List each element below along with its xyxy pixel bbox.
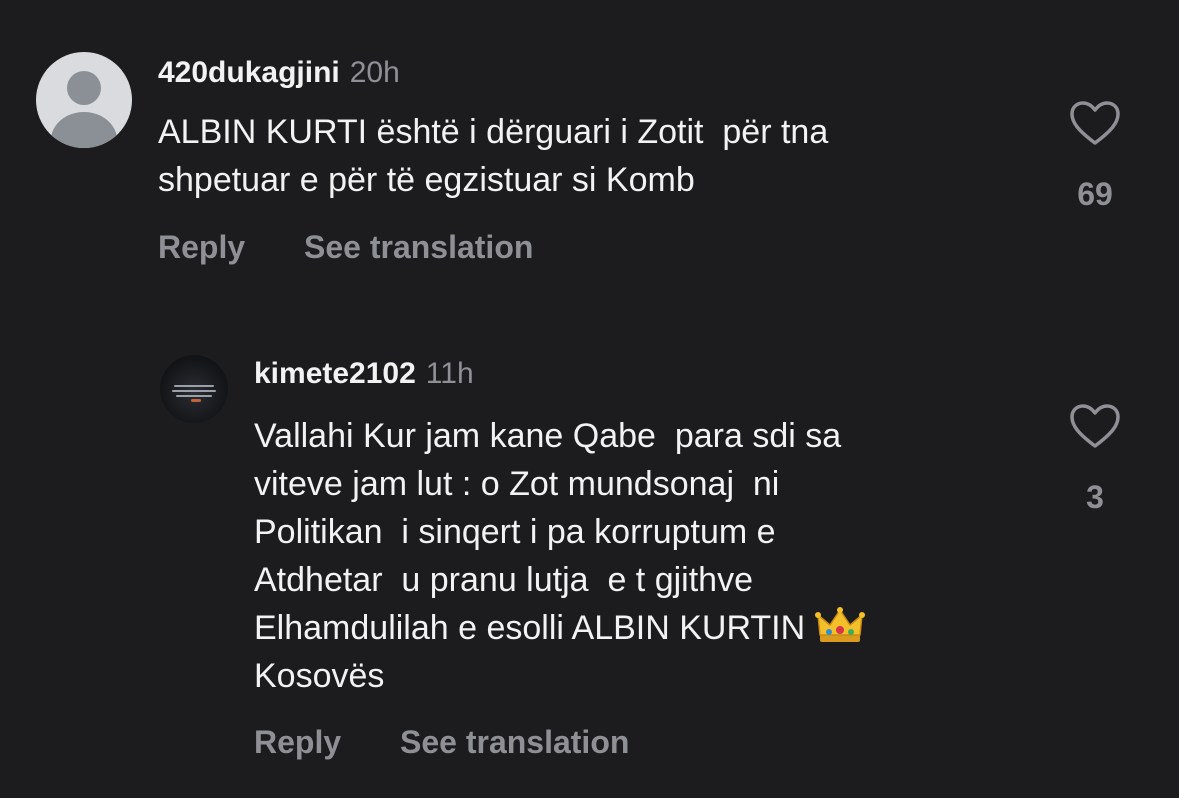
like-count: 69 — [1077, 176, 1113, 212]
comment-time: 20h — [349, 56, 400, 89]
comment-text: ALBIN KURTI është i dërguari i Zotit për… — [158, 113, 829, 199]
avatar-body — [51, 112, 117, 148]
heart-icon[interactable] — [1069, 100, 1121, 146]
photo-avatar[interactable] — [160, 355, 228, 423]
comment-text: Vallahi Kur jam kane Qabe para sdi sa vi… — [254, 412, 1084, 700]
reply-button[interactable]: Reply — [254, 724, 341, 761]
reply-button[interactable]: Reply — [158, 229, 245, 266]
avatar-head — [67, 71, 101, 105]
avatar-detail — [174, 385, 214, 387]
see-translation-button[interactable]: See translation — [304, 229, 533, 266]
default-avatar-icon[interactable] — [36, 52, 132, 148]
see-translation-button[interactable]: See translation — [400, 724, 629, 761]
like-count: 3 — [1086, 479, 1104, 515]
comment-username[interactable]: kimete2102 11h — [254, 357, 474, 391]
username-text[interactable]: kimete2102 — [254, 357, 416, 390]
username-text[interactable]: 420dukagjini — [158, 56, 340, 89]
heart-icon[interactable] — [1069, 403, 1121, 449]
avatar-detail — [191, 399, 201, 402]
comment-text-main: Vallahi Kur jam kane Qabe para sdi sa vi… — [254, 417, 842, 647]
avatar-detail — [176, 395, 212, 397]
comment-username[interactable]: 420dukagjini 20h — [158, 56, 400, 90]
crown-emoji-icon — [814, 607, 865, 642]
comment-time: 11h — [425, 357, 474, 390]
comment-text-end: Kosovës — [254, 657, 385, 695]
avatar-detail — [172, 390, 216, 392]
